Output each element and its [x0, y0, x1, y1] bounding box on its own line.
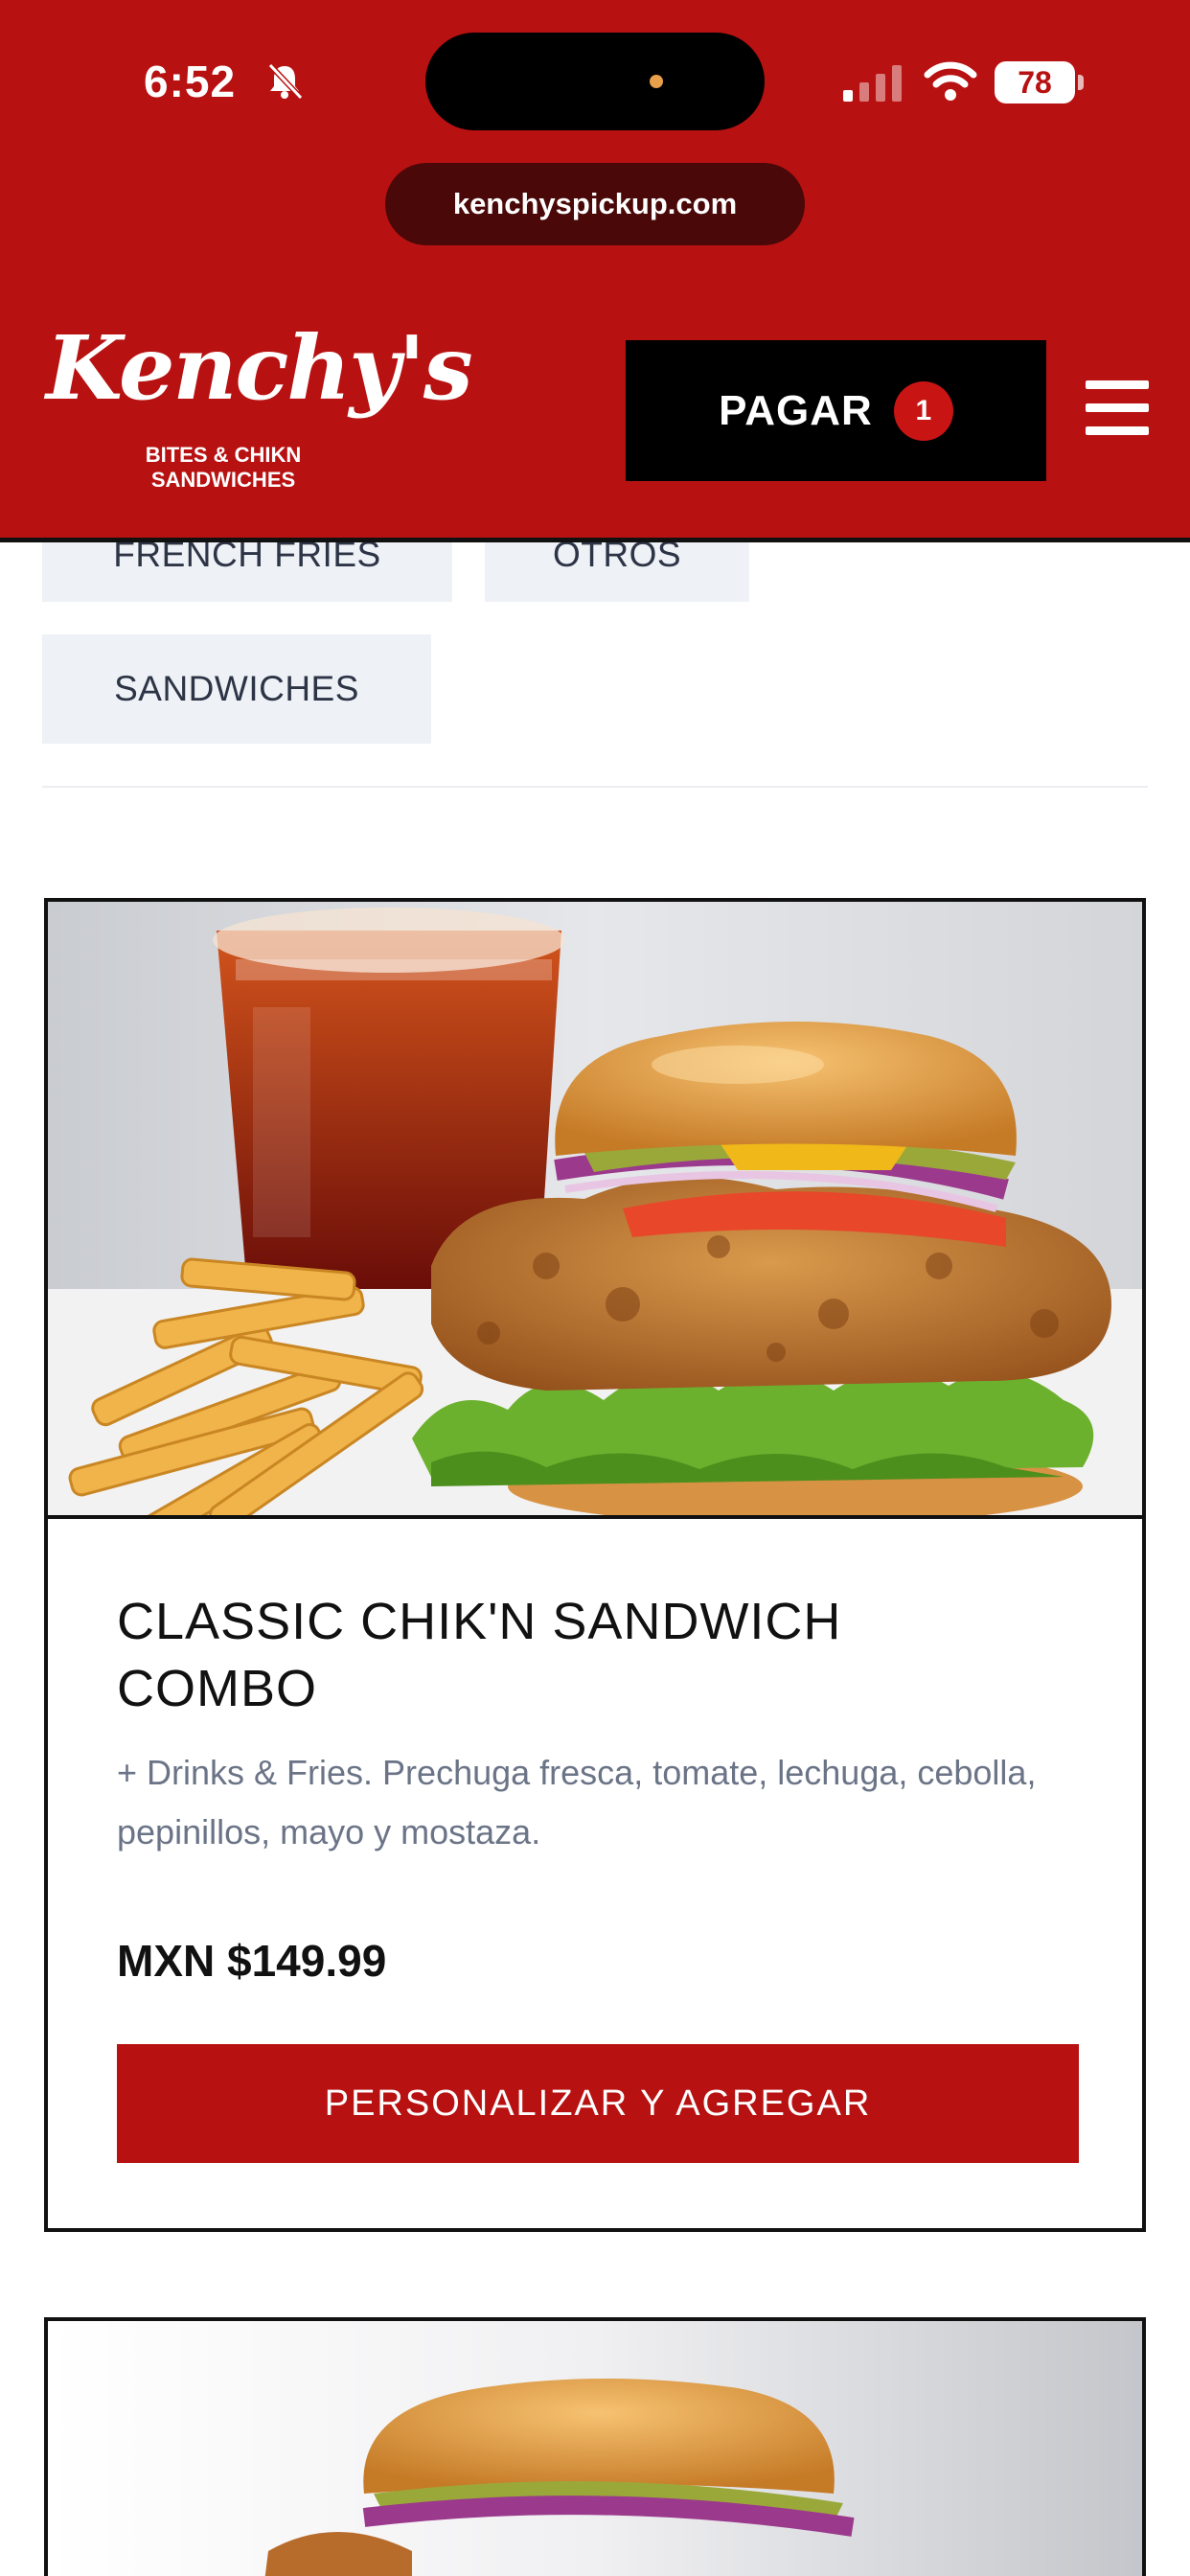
combo-photo — [48, 902, 1142, 1515]
section-divider — [42, 786, 1148, 788]
camera-indicator-dot — [650, 75, 663, 88]
product-image-2 — [48, 2321, 1142, 2576]
product-card: CLASSIC CHIK'N SANDWICH COMBO + Drinks &… — [44, 898, 1146, 2232]
brand-logo[interactable]: Kenchy's BITES & CHIKN SANDWICHES — [46, 316, 473, 508]
product-title: CLASSIC CHIK'N SANDWICH COMBO — [117, 1593, 842, 1717]
status-bar: 6:52 78 — [0, 0, 1190, 153]
customize-and-add-button[interactable]: PERSONALIZAR Y AGREGAR — [117, 2044, 1079, 2163]
product-price: MXN $149.99 — [117, 1936, 387, 1986]
product-image — [48, 902, 1142, 1519]
cart-count-badge: 1 — [893, 380, 953, 441]
cellular-signal-icon — [843, 65, 902, 102]
logo-wordmark: Kenchy's — [46, 316, 473, 420]
checkout-label: PAGAR — [719, 386, 873, 434]
battery-icon: 78 — [995, 61, 1084, 104]
bell-slash-icon — [267, 62, 304, 101]
site-header: 6:52 78 kenchyspickup.com Kenchy's BITES… — [0, 0, 1190, 542]
category-chip-sandwiches[interactable]: SANDWICHES — [42, 634, 431, 744]
checkout-button[interactable]: PAGAR 1 — [626, 340, 1046, 481]
product-card-2 — [44, 2317, 1146, 2576]
logo-tagline-line2: SANDWICHES — [150, 468, 296, 492]
address-bar[interactable]: kenchyspickup.com — [385, 163, 805, 245]
wifi-icon — [924, 61, 977, 101]
logo-tagline-line1: BITES & CHIKN — [145, 443, 302, 467]
dynamic-island — [425, 33, 765, 130]
product-description: + Drinks & Fries. Prechuga fresca, tomat… — [117, 1753, 1037, 1852]
hamburger-menu-icon[interactable] — [1086, 380, 1149, 436]
logo-tagline: BITES & CHIKN SANDWICHES — [132, 443, 314, 493]
status-time: 6:52 — [144, 57, 237, 106]
